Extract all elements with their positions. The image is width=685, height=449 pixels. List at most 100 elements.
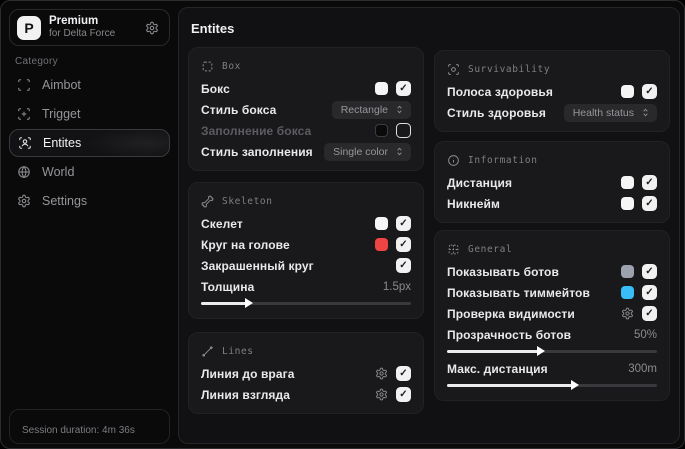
slider-thumb[interactable] <box>571 380 579 390</box>
session-card: Session duration: 4m 36s <box>9 409 170 444</box>
brand-subtitle: for Delta Force <box>49 28 116 40</box>
checkbox-checked[interactable]: ✓ <box>396 366 411 381</box>
color-swatch[interactable] <box>375 82 388 95</box>
setting-row-filled-circle: Закрашенный круг ✓ <box>201 255 411 276</box>
scan-circle-icon <box>447 63 460 76</box>
checkbox-checked[interactable]: ✓ <box>396 216 411 231</box>
checkbox-checked[interactable]: ✓ <box>396 387 411 402</box>
gear-icon[interactable] <box>375 388 388 401</box>
check-icon: ✓ <box>645 266 654 277</box>
check-icon: ✓ <box>645 86 654 97</box>
setting-row-nickname: Никнейм ✓ <box>447 193 657 214</box>
checkbox-checked[interactable]: ✓ <box>642 84 657 99</box>
sidebar-item-label: Settings <box>42 194 88 208</box>
check-icon: ✓ <box>399 218 408 229</box>
card-title: Box <box>222 60 241 72</box>
card-title: Lines <box>222 345 254 357</box>
category-label: Category <box>15 56 58 67</box>
setting-row-show-bots: Показывать ботов ✓ <box>447 261 657 282</box>
color-swatch[interactable] <box>621 176 634 189</box>
card-title: Survivability <box>468 63 551 75</box>
checkbox-checked[interactable]: ✓ <box>642 285 657 300</box>
sidebar-item-trigget[interactable]: Trigget <box>9 100 170 128</box>
setting-row-thickness: Толщина 1.5px <box>201 279 411 294</box>
sidebar: P Premium for Delta Force Category Aimbo… <box>1 1 178 448</box>
session-duration: Session duration: 4m 36s <box>22 425 135 436</box>
setting-row-bot-opacity: Прозрачность ботов 50% <box>447 327 657 342</box>
gear-icon[interactable] <box>145 21 159 35</box>
sidebar-item-aimbot[interactable]: Aimbot <box>9 71 170 99</box>
card-skeleton: Skeleton Скелет ✓ Круг на голове ✓ Закра… <box>188 182 424 319</box>
setting-row-max-distance: Макс. дистанция 300m <box>447 361 657 376</box>
brand-title: Premium <box>49 15 99 28</box>
check-icon: ✓ <box>645 177 654 188</box>
checkbox-checked[interactable]: ✓ <box>642 306 657 321</box>
globe-icon <box>17 165 31 179</box>
card-survivability: Survivability Полоса здоровья ✓ Стиль зд… <box>434 50 670 132</box>
color-swatch[interactable] <box>375 124 388 137</box>
color-swatch[interactable] <box>375 217 388 230</box>
card-lines: Lines Линия до врага ✓ Линия взгляда ✓ <box>188 332 424 414</box>
setting-row-health-bar: Полоса здоровья ✓ <box>447 81 657 102</box>
color-swatch[interactable] <box>621 286 634 299</box>
check-icon: ✓ <box>645 198 654 209</box>
checkbox-checked[interactable]: ✓ <box>642 196 657 211</box>
brand-logo: P <box>17 15 41 40</box>
checkbox-checked[interactable]: ✓ <box>642 175 657 190</box>
app-window: P Premium for Delta Force Category Aimbo… <box>0 0 685 449</box>
setting-row-box-fill: Заполнение бокса <box>201 120 411 141</box>
sidebar-item-label: Aimbot <box>42 78 81 92</box>
fill-style-dropdown[interactable]: Single color <box>324 142 411 161</box>
card-title: General <box>468 243 513 255</box>
bot-opacity-slider[interactable] <box>447 345 657 358</box>
checkbox-checked[interactable]: ✓ <box>396 258 411 273</box>
setting-row-skeleton: Скелет ✓ <box>201 213 411 234</box>
gear-icon <box>17 194 31 208</box>
sidebar-item-settings[interactable]: Settings <box>9 187 170 215</box>
slider-fill <box>447 350 540 353</box>
chevrons-up-down-icon <box>394 104 405 115</box>
square-dashed-icon <box>201 60 214 73</box>
box-style-dropdown[interactable]: Rectangle <box>331 100 411 119</box>
checkbox-checked[interactable]: ✓ <box>396 81 411 96</box>
check-icon: ✓ <box>399 83 408 94</box>
setting-row-box: Бокс ✓ <box>201 78 411 99</box>
card-information: Information Дистанция ✓ Никнейм ✓ <box>434 141 670 223</box>
gear-icon[interactable] <box>621 307 634 320</box>
scan-icon <box>17 78 31 92</box>
color-swatch[interactable] <box>375 238 388 251</box>
color-swatch[interactable] <box>621 265 634 278</box>
sidebar-item-entites[interactable]: Entites <box>9 129 170 157</box>
health-style-dropdown[interactable]: Health status <box>563 103 657 122</box>
card-title: Skeleton <box>222 195 273 207</box>
setting-row-box-style: Стиль бокса Rectangle <box>201 99 411 120</box>
setting-row-enemy-line: Линия до врага ✓ <box>201 363 411 384</box>
check-icon: ✓ <box>399 260 408 271</box>
color-swatch[interactable] <box>621 85 634 98</box>
gear-icon[interactable] <box>375 367 388 380</box>
sidebar-item-label: Entites <box>43 136 82 150</box>
page-title: Entites <box>191 21 235 36</box>
check-icon: ✓ <box>399 368 408 379</box>
check-icon: ✓ <box>399 239 408 250</box>
color-swatch[interactable] <box>621 197 634 210</box>
setting-row-distance: Дистанция ✓ <box>447 172 657 193</box>
main-panel: Entites Box Бокс ✓ Стиль бокса Rectangle <box>178 7 680 444</box>
sidebar-item-world[interactable]: World <box>9 158 170 186</box>
setting-row-health-style: Стиль здоровья Health status <box>447 102 657 123</box>
slider-thumb[interactable] <box>245 298 254 308</box>
person-scan-icon <box>18 136 32 150</box>
checkbox-checked[interactable]: ✓ <box>642 264 657 279</box>
max-distance-slider[interactable] <box>447 379 657 392</box>
slider-thumb[interactable] <box>537 346 546 356</box>
card-title: Information <box>468 154 538 166</box>
setting-row-visibility-check: Проверка видимости ✓ <box>447 303 657 324</box>
check-icon: ✓ <box>645 287 654 298</box>
thickness-slider[interactable] <box>201 297 411 310</box>
slider-value: 300m <box>628 362 657 375</box>
checkbox-checked[interactable]: ✓ <box>396 237 411 252</box>
slider-fill <box>201 302 248 305</box>
card-general: General Показывать ботов ✓ Показывать ти… <box>434 230 670 401</box>
checkbox-unchecked[interactable] <box>396 123 411 138</box>
card-box: Box Бокс ✓ Стиль бокса Rectangle Заполне… <box>188 47 424 171</box>
